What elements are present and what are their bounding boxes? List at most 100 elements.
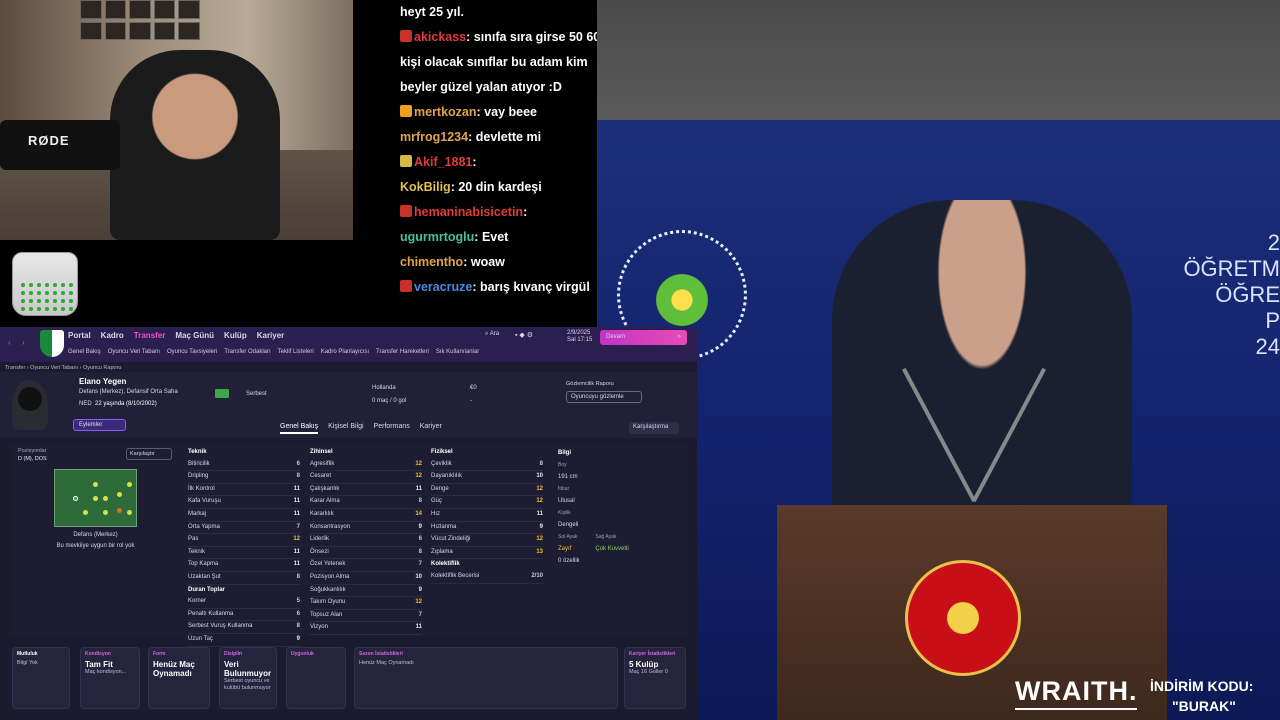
sponsor-brand: WRAITH. <box>1015 676 1138 710</box>
presidential-seal <box>905 560 1021 676</box>
attribute-row[interactable]: Uzun Taç 9 <box>188 634 300 647</box>
status-card[interactable]: Kariyer İstatistikleri 5 Kulüp Maç 16 Goll… <box>624 647 686 709</box>
chat-badge-icon <box>400 280 412 292</box>
attribute-row[interactable]: Korner 5 <box>188 596 300 609</box>
attribute-row[interactable]: Kolektiflik Becerisi 2/10 <box>431 571 543 584</box>
club-logo[interactable] <box>40 330 64 357</box>
profile-tab[interactable]: Kariyer <box>420 423 442 434</box>
attribute-row[interactable]: Dripling 8 <box>188 471 300 484</box>
search-button[interactable]: ⌕ Ara <box>485 331 499 338</box>
scout-button[interactable]: Oyuncuyu gözlemle <box>566 391 642 403</box>
attribute-group-title: Fiziksel <box>431 449 453 455</box>
card-subtext: Maç kondisyon... <box>85 669 127 675</box>
compare-position-button[interactable]: Karşılaştır <box>126 448 172 460</box>
attribute-row[interactable]: Çalışkanlık 11 <box>310 484 422 497</box>
attribute-row[interactable]: Özel Yetenek 7 <box>310 559 422 572</box>
compare-button[interactable]: Karşılaştırma <box>629 422 679 434</box>
chat-username: mertkozan <box>414 105 477 119</box>
attribute-row[interactable]: Kararlılık 14 <box>310 509 422 522</box>
card-subtext: Serbest oyuncu ve kulübü bulunmuyor <box>224 678 271 691</box>
attribute-row[interactable]: Takım Oyunu 12 <box>310 597 422 610</box>
subnav-item[interactable]: Transfer Odakları <box>224 349 270 355</box>
subnav-item[interactable]: Teklif Listeleri <box>278 349 314 355</box>
attribute-row[interactable]: Serbest Vuruş Kullanma 8 <box>188 621 300 634</box>
status-card[interactable]: Disiplin Veri Bulunmuyor Serbest oyuncu ve… <box>219 647 277 709</box>
toolbar-icons[interactable]: ▪ ◆ ⚙ <box>515 331 533 339</box>
subnav-item[interactable]: Genel Bakış <box>68 349 101 355</box>
forward-icon[interactable]: › <box>22 338 25 347</box>
subnav-item[interactable]: Oyuncu Veri Tabanı <box>108 349 160 355</box>
attribute-value: 9 <box>418 586 422 593</box>
nav-item[interactable]: Kulüp <box>224 331 247 340</box>
attribute-row[interactable]: Liderlik 6 <box>310 534 422 547</box>
attribute-row[interactable]: Konsantrasyon 9 <box>310 522 422 535</box>
status-card[interactable]: Sezon İstatistikleri Henüz Maç Oynamadı <box>354 647 618 709</box>
attribute-name: Denge <box>431 485 449 492</box>
actions-dropdown[interactable]: Eylemler <box>73 419 126 431</box>
profile-tab[interactable]: Kişisel Bilgi <box>328 423 363 434</box>
attribute-value: 8 <box>418 548 422 555</box>
attribute-row[interactable]: Kafa Vuruşu 11 <box>188 496 300 509</box>
attribute-row[interactable]: Pozisyon Alma 10 <box>310 572 422 585</box>
subnav-item[interactable]: Oyuncu Tavsiyeleri <box>167 349 217 355</box>
attribute-row[interactable]: Karar Alma 8 <box>310 496 422 509</box>
attribute-value: 11 <box>293 510 300 517</box>
attribute-value: 8 <box>539 460 543 467</box>
attribute-row[interactable]: Güç 12 <box>431 496 543 509</box>
chat-badge-icon <box>400 205 412 217</box>
attribute-row[interactable]: Orta Yapma 7 <box>188 522 300 535</box>
attribute-row[interactable]: Uzaktan Şut 8 <box>188 572 300 585</box>
nav-item[interactable]: Maç Günü <box>175 331 214 340</box>
subnav-item[interactable]: Transfer Hareketleri <box>376 349 429 355</box>
chat-username: akickass <box>414 30 467 44</box>
attribute-row[interactable]: Topsuz Alan 7 <box>310 610 422 623</box>
attribute-row[interactable]: Bitiricilik 6 <box>188 459 300 472</box>
attribute-row[interactable]: Markaj 11 <box>188 509 300 522</box>
attribute-row[interactable]: İlk Kontrol 11 <box>188 484 300 497</box>
attribute-row[interactable]: Teknik 11 <box>188 547 300 560</box>
chat-message: mrfrog1234: devlette mi <box>400 130 542 144</box>
chat-text: barış kıvanç virgül <box>480 280 590 294</box>
attribute-row[interactable]: Çeviklik 8 <box>431 459 543 472</box>
scout-title: Gözlemcilik Raporu <box>566 381 614 387</box>
attribute-row[interactable]: Penaltı Kullanma 6 <box>188 609 300 622</box>
subnav-item[interactable]: Kadro Planlayıcısı <box>321 349 369 355</box>
breadcrumb: Transfer › Oyuncu Veri Tabanı › Oyuncu R… <box>5 365 122 371</box>
attribute-row[interactable]: Agresiflik 12 <box>310 459 422 472</box>
attribute-row[interactable]: Dayanıklılık 10 <box>431 471 543 484</box>
attribute-value: 7 <box>418 611 422 618</box>
status-card[interactable]: Mutluluk Bilgi Yok <box>12 647 70 709</box>
attribute-row[interactable]: Vizyon 11 <box>310 622 422 635</box>
nav-item[interactable]: Transfer <box>134 331 166 340</box>
attribute-value: 9 <box>418 523 422 530</box>
technical-attributes: Teknik Bitiricilik 6 Dripling 8 İlk Kontrol 11… <box>188 447 300 647</box>
attribute-row[interactable]: Pas 12 <box>188 534 300 547</box>
attribute-row[interactable]: Zıplama 13 <box>431 547 543 560</box>
nav-item[interactable]: Portal <box>68 331 91 340</box>
nav-item[interactable]: Kariyer <box>257 331 285 340</box>
chat-badge-icon <box>400 105 412 117</box>
attribute-name: Konsantrasyon <box>310 523 351 530</box>
attribute-row[interactable]: Denge 12 <box>431 484 543 497</box>
chevron-right-icon: » <box>677 334 681 340</box>
nav-item[interactable]: Kadro <box>101 331 124 340</box>
attribute-row[interactable]: Önsezi 8 <box>310 547 422 560</box>
profile-tab[interactable]: Genel Bakış <box>280 423 319 434</box>
status-card[interactable]: Form Henüz Maç Oynamadı <box>148 647 210 709</box>
attribute-row[interactable]: Cesaret 12 <box>310 471 422 484</box>
chat-message: beyler güzel yalan atıyor :D <box>400 75 600 100</box>
status-card[interactable]: Uygunluk <box>286 647 346 709</box>
card-subtext: Henüz Maç Oynamadı <box>359 660 414 666</box>
attribute-row[interactable]: Soğukkanlılık 9 <box>310 585 422 598</box>
continue-button[interactable]: Devam» <box>600 330 687 345</box>
attribute-row[interactable]: Vücut Zindeliği 12 <box>431 534 543 547</box>
attribute-value: 11 <box>293 561 300 568</box>
pitch-label: Defans (Merkez) Bu mevkiiye uygun bir rol… <box>56 532 135 549</box>
subnav-item[interactable]: Sık Kullanılanlar <box>436 349 479 355</box>
profile-tab[interactable]: Performans <box>374 423 410 434</box>
attribute-row[interactable]: Hız 11 <box>431 509 543 522</box>
back-icon[interactable]: ‹ <box>8 338 11 347</box>
status-card[interactable]: Kondisyon Tam Fit Maç kondisyon... <box>80 647 140 709</box>
attribute-row[interactable]: Hızlanma 9 <box>431 522 543 535</box>
attribute-row[interactable]: Top Kapma 11 <box>188 559 300 572</box>
